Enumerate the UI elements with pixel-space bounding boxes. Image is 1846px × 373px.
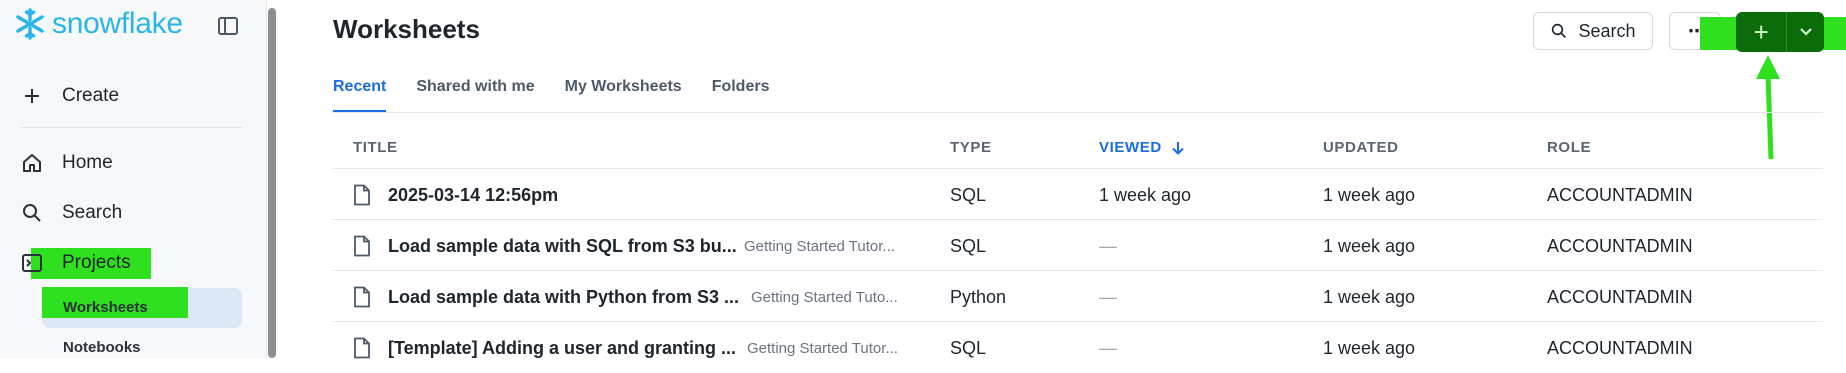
type-cell: SQL (950, 235, 987, 256)
column-header-title[interactable]: TITLE (353, 139, 398, 156)
sidebar-item-home[interactable]: Home (20, 151, 113, 175)
logo-text: snowflake (52, 7, 183, 40)
role-cell: ACCOUNTADMIN (1547, 286, 1693, 307)
sidebar-item-notebooks[interactable]: Notebooks (63, 339, 141, 356)
updated-cell: 1 week ago (1323, 184, 1416, 205)
search-icon (1552, 23, 1567, 38)
sidebar-item-label: Home (62, 152, 113, 173)
viewed-cell: — (1099, 286, 1117, 307)
snowflake-logo[interactable]: snowflake (12, 6, 183, 42)
column-header-updated[interactable]: UPDATED (1323, 139, 1399, 156)
worksheet-file-icon (354, 337, 370, 359)
plus-icon (25, 89, 39, 103)
collapse-sidebar-button[interactable] (216, 14, 240, 38)
row-divider (333, 219, 1823, 220)
updated-cell: 1 week ago (1323, 235, 1416, 256)
sort-descending-icon (1172, 141, 1184, 155)
folder-cell[interactable]: Getting Started Tuto... (751, 272, 898, 322)
projects-icon (22, 254, 42, 272)
sidebar-item-label: Search (62, 202, 123, 223)
sidebar-item-worksheets[interactable]: Worksheets (63, 299, 148, 316)
viewed-cell: — (1099, 337, 1117, 358)
worksheet-title[interactable]: 2025-03-14 12:56pm (388, 170, 558, 220)
sidebar-divider (20, 127, 242, 128)
search-button-label: Search (1578, 20, 1636, 41)
worksheet-tabs: Recent Shared with me My Worksheets Fold… (333, 78, 799, 112)
tab-recent[interactable]: Recent (333, 78, 387, 112)
type-cell: SQL (950, 337, 987, 358)
tabs-divider (333, 112, 1823, 113)
row-divider (333, 321, 1823, 322)
table-row[interactable]: Load sample data with SQL from S3 bu... … (333, 221, 1823, 271)
folder-cell[interactable]: Getting Started Tutor... (744, 221, 895, 271)
updated-cell: 1 week ago (1323, 286, 1416, 307)
sidebar: snowflake Create Home Search Projects Wo… (0, 0, 267, 358)
type-cell: SQL (950, 184, 987, 205)
table-row[interactable]: 2025-03-14 12:56pm SQL 1 week ago 1 week… (333, 170, 1823, 220)
sidebar-scrollbar[interactable] (268, 8, 276, 358)
sidebar-item-label: Projects (62, 252, 131, 273)
search-icon (23, 204, 41, 222)
role-cell: ACCOUNTADMIN (1547, 184, 1693, 205)
sidebar-item-projects[interactable]: Projects (20, 251, 131, 275)
search-button[interactable]: Search (1533, 12, 1653, 50)
column-header-label: VIEWED (1099, 139, 1162, 156)
folder-cell[interactable]: Getting Started Tutor... (747, 323, 898, 373)
chevron-down-icon[interactable] (1786, 12, 1824, 52)
column-header-role[interactable]: ROLE (1547, 139, 1591, 156)
worksheet-title[interactable]: [Template] Adding a user and granting ..… (388, 323, 736, 373)
worksheet-file-icon (354, 235, 370, 257)
role-cell: ACCOUNTADMIN (1547, 337, 1693, 358)
annotation-arrow-icon (1756, 55, 1780, 160)
create-button[interactable]: Create (20, 84, 119, 108)
viewed-cell: — (1099, 235, 1117, 256)
worksheet-title[interactable]: Load sample data with Python from S3 ... (388, 272, 739, 322)
tab-shared-with-me[interactable]: Shared with me (416, 78, 534, 112)
row-divider (333, 270, 1823, 271)
create-label: Create (62, 85, 120, 106)
table-row[interactable]: Load sample data with Python from S3 ...… (333, 272, 1823, 322)
sidebar-toggle-icon (218, 17, 238, 35)
column-header-type[interactable]: TYPE (950, 139, 992, 156)
tab-my-worksheets[interactable]: My Worksheets (565, 78, 682, 112)
snowflake-logo-icon (16, 8, 44, 40)
table-row[interactable]: [Template] Adding a user and granting ..… (333, 323, 1823, 373)
home-icon (23, 154, 41, 172)
worksheet-file-icon (354, 184, 370, 206)
column-header-viewed[interactable]: VIEWED (1099, 139, 1186, 156)
page-title: Worksheets (333, 14, 480, 44)
worksheet-title[interactable]: Load sample data with SQL from S3 bu... (388, 221, 737, 271)
worksheet-file-icon (354, 286, 370, 308)
viewed-cell: 1 week ago (1099, 184, 1192, 205)
updated-cell: 1 week ago (1323, 337, 1416, 358)
tab-folders[interactable]: Folders (712, 78, 770, 112)
type-cell: Python (950, 286, 1007, 307)
header-divider (333, 168, 1823, 169)
role-cell: ACCOUNTADMIN (1547, 235, 1693, 256)
sidebar-item-search[interactable]: Search (20, 201, 122, 225)
